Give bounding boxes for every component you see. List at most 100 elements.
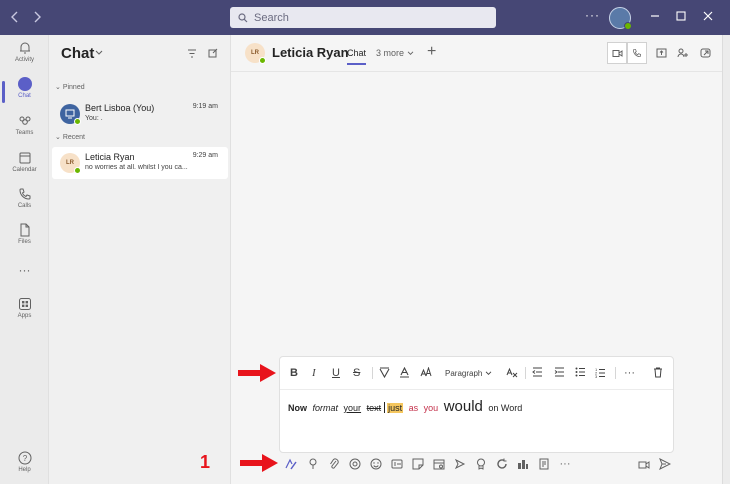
rail-label: Teams	[15, 130, 34, 136]
presence-available-icon	[74, 118, 81, 125]
rail-item-calls[interactable]: Calls	[0, 187, 49, 209]
refresh-icon[interactable]	[495, 457, 509, 471]
font-size-icon[interactable]	[420, 366, 432, 380]
minimize-button[interactable]	[650, 9, 660, 24]
chat-list-item-bert[interactable]: Bert Lisboa (You) 9:19 am You: .	[52, 98, 228, 130]
sticker-icon[interactable]	[411, 457, 425, 471]
avatar	[60, 104, 81, 125]
more-apps-button[interactable]: ···	[558, 457, 572, 471]
chat-list-panel: Chat ⌄ Pinned Bert Lisboa (You) 9:19 am …	[49, 35, 231, 484]
strikethrough-button[interactable]: S	[353, 367, 360, 379]
tab-chat[interactable]: Chat	[347, 48, 367, 65]
rail-label: Activity	[14, 57, 34, 63]
chat-list-item-leticia[interactable]: LR Leticia Ryan 9:29 am no worries at al…	[52, 147, 228, 179]
format-icon[interactable]	[284, 457, 298, 471]
add-tab-button[interactable]: +	[427, 43, 436, 61]
rail-item-files[interactable]: Files	[0, 223, 49, 245]
attach-icon[interactable]	[327, 457, 341, 471]
emoji-icon[interactable]	[369, 457, 383, 471]
profile-avatar[interactable]	[609, 7, 632, 30]
bold-button[interactable]: B	[290, 367, 298, 379]
highlight-icon[interactable]	[379, 367, 390, 381]
video-camera-icon	[612, 49, 622, 57]
font-color-icon[interactable]	[399, 366, 410, 381]
priority-icon[interactable]	[306, 457, 320, 471]
file-icon	[20, 223, 29, 237]
composer-text[interactable]: Now format your text just as you would on…	[288, 398, 525, 415]
loop-component-icon[interactable]	[348, 457, 362, 471]
forward-arrow-icon[interactable]	[32, 10, 42, 26]
right-scrollbar[interactable]	[722, 35, 730, 484]
chat-name: Leticia Ryan	[85, 152, 135, 162]
approvals-icon[interactable]	[537, 457, 551, 471]
chat-preview: no worries at all. whilst I you ca...	[85, 164, 188, 171]
svg-text:3: 3	[595, 374, 598, 378]
meet-now-icon[interactable]	[637, 457, 651, 471]
rail-item-calendar[interactable]: Calendar	[0, 151, 49, 173]
title-bar: Search ···	[0, 0, 730, 35]
annotation-number: 1	[200, 452, 211, 472]
gif-icon[interactable]	[390, 457, 404, 471]
pinned-section-header[interactable]: ⌄ Pinned	[55, 83, 85, 91]
numbered-list-icon[interactable]: 123	[595, 367, 606, 381]
recent-label: Recent	[62, 134, 85, 141]
chevron-down-icon	[407, 51, 413, 55]
plain-text: on Word	[488, 403, 523, 413]
presence-available-icon	[259, 57, 266, 64]
filter-icon[interactable]	[187, 47, 197, 61]
more-tabs-dropdown[interactable]: 3 more	[376, 48, 414, 58]
message-list	[241, 75, 712, 355]
increase-indent-icon[interactable]	[554, 367, 565, 380]
discard-icon[interactable]	[653, 367, 663, 381]
colored-word: you	[423, 403, 439, 413]
chat-preview: You: .	[85, 115, 103, 122]
people-icon[interactable]	[677, 47, 689, 61]
conversation-pane: LR Leticia Ryan Chat 3 more + B I U S Pa…	[231, 35, 722, 484]
stream-icon[interactable]	[453, 457, 467, 471]
paragraph-dropdown[interactable]: Paragraph	[445, 369, 492, 378]
rail-item-chat[interactable]: Chat	[0, 77, 49, 103]
format-toolbar: B I U S Paragraph 1 2 3 ···	[280, 357, 673, 390]
pop-out-chat-icon[interactable]	[700, 47, 711, 61]
chat-list-title[interactable]: Chat	[61, 45, 94, 62]
clear-formatting-icon[interactable]	[506, 367, 518, 381]
new-chat-icon[interactable]	[208, 47, 218, 61]
avatar[interactable]: LR	[245, 43, 266, 64]
toolbar-divider	[372, 367, 373, 379]
updates-icon[interactable]	[516, 457, 530, 471]
conversation-title[interactable]: Leticia Ryan	[272, 45, 349, 60]
chat-name: Bert Lisboa (You)	[85, 103, 155, 113]
maximize-button[interactable]	[676, 9, 686, 24]
italic-word: format	[312, 403, 339, 413]
share-screen-icon[interactable]	[656, 47, 667, 61]
search-input[interactable]: Search	[230, 7, 496, 28]
rail-item-help[interactable]: ? Help	[0, 451, 49, 473]
chevron-down-icon	[485, 371, 491, 375]
settings-more-button[interactable]: ···	[585, 8, 600, 22]
schedule-meeting-icon[interactable]	[432, 457, 446, 471]
presence-available-icon	[74, 167, 81, 174]
rail-item-apps[interactable]: Apps	[0, 297, 49, 319]
back-arrow-icon[interactable]	[10, 10, 20, 26]
underline-button[interactable]: U	[332, 367, 340, 379]
rail-label: Apps	[17, 313, 32, 319]
rail-more-button[interactable]: ···	[0, 263, 49, 277]
audio-call-button[interactable]	[627, 42, 647, 64]
rail-item-teams[interactable]: Teams	[0, 114, 49, 136]
bulleted-list-icon[interactable]	[575, 367, 586, 380]
rail-item-activity[interactable]: Activity	[0, 41, 49, 63]
chevron-down-icon[interactable]	[95, 48, 103, 59]
italic-button[interactable]: I	[312, 367, 316, 379]
bold-word: Now	[288, 403, 307, 413]
close-button[interactable]	[703, 9, 713, 24]
recent-section-header[interactable]: ⌄ Recent	[55, 133, 85, 141]
phone-icon	[18, 188, 30, 200]
video-call-button[interactable]	[607, 42, 627, 64]
toolbar-divider	[615, 367, 616, 379]
praise-icon[interactable]	[474, 457, 488, 471]
svg-text:?: ?	[22, 454, 27, 463]
more-formatting-button[interactable]: ···	[624, 367, 635, 379]
decrease-indent-icon[interactable]	[532, 367, 543, 380]
send-icon[interactable]	[658, 457, 672, 471]
message-composer[interactable]: B I U S Paragraph 1 2 3 ··· Now format y…	[279, 356, 674, 453]
